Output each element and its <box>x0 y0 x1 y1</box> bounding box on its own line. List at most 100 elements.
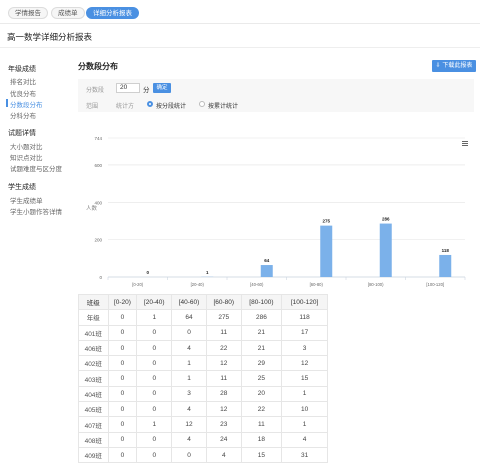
stat-method-label: 统计方 <box>116 104 135 110</box>
table-cell: 1 <box>136 309 173 326</box>
table-cell: 29 <box>240 355 283 372</box>
active-indicator <box>6 99 8 107</box>
class-name-cell: 407班 <box>78 416 109 433</box>
table-cell: 23 <box>205 416 242 433</box>
table-cell: 0 <box>136 446 173 464</box>
table-cell: 0 <box>107 416 138 433</box>
table-row: 408班 0 0 4 24 18 4 <box>78 431 328 448</box>
bar <box>260 265 273 277</box>
table-cell: 275 <box>205 309 242 326</box>
y-tick-label: 744 <box>94 136 102 141</box>
table-cell: 0 <box>136 324 173 341</box>
sidebar-item-student-answer-details[interactable]: 学生小题作答详情 <box>10 206 62 216</box>
sidebar-item-question-compare[interactable]: 大小题对比 <box>10 141 43 151</box>
table-cell: 1 <box>171 355 207 372</box>
class-name-cell: 401班 <box>78 324 109 341</box>
radio-cumulative[interactable] <box>199 101 205 107</box>
table-cell: 20 <box>240 385 283 403</box>
download-icon: ⇩ <box>435 63 441 69</box>
table-row: 406班 0 0 4 22 21 3 <box>78 339 328 357</box>
class-name-cell: 404班 <box>78 385 109 403</box>
class-name-cell: 405班 <box>78 401 109 418</box>
table-row: 407班 0 1 12 23 11 1 <box>78 416 328 433</box>
bar-value-label: 1 <box>206 270 209 275</box>
sidebar-item-difficulty-discrimination[interactable]: 试题难度与区分度 <box>10 163 62 173</box>
divider <box>0 47 480 48</box>
table-cell: 21 <box>240 339 283 357</box>
class-name-cell: 408班 <box>78 431 109 448</box>
table-cell: 1 <box>136 416 173 433</box>
radio-by-segment[interactable] <box>147 101 153 107</box>
table-cell: 0 <box>136 385 173 403</box>
table-cell: 12 <box>171 416 207 433</box>
confirm-button[interactable]: 确定 <box>153 83 171 93</box>
range-label: 范围 <box>86 104 99 110</box>
tab-detailed-report[interactable]: 详细分析报表 <box>86 7 139 19</box>
sidebar-item-score-range-distribution[interactable]: 分数段分布 <box>10 99 43 109</box>
table-row: 403班 0 0 1 11 25 15 <box>78 370 328 387</box>
class-name-cell: 406班 <box>78 339 109 357</box>
score-unit: 分 <box>143 87 150 94</box>
table-row: 405班 0 0 4 12 22 10 <box>78 401 328 418</box>
chart-menu-icon[interactable] <box>462 141 468 146</box>
table-cell: 0 <box>107 370 138 387</box>
table-header-cell: 班级 <box>78 293 109 311</box>
table-cell: 17 <box>281 324 328 341</box>
y-tick-label: 0 <box>99 275 102 280</box>
table-row: 404班 0 0 3 28 20 1 <box>78 385 328 403</box>
bar-value-label: 286 <box>382 217 390 222</box>
tab-study-report[interactable]: 学情报告 <box>8 7 48 19</box>
y-tick-label: 200 <box>94 238 102 243</box>
table-cell: 3 <box>171 385 207 403</box>
bar <box>320 225 333 277</box>
sidebar-group-question-details: 试题详情 <box>8 130 36 137</box>
table-cell: 0 <box>107 401 138 418</box>
sidebar-item-excellent-distribution[interactable]: 优良分布 <box>10 88 36 98</box>
table-cell: 0 <box>171 446 207 464</box>
table-cell: 0 <box>107 446 138 464</box>
table-header-cell: [80-100) <box>240 293 283 311</box>
table-cell: 0 <box>107 431 138 448</box>
table-cell: 0 <box>171 324 207 341</box>
bar-value-label: 275 <box>322 219 330 224</box>
table-cell: 22 <box>205 339 242 357</box>
class-name-cell: 402班 <box>78 355 109 372</box>
sidebar-item-subject-distribution[interactable]: 分科分布 <box>10 110 36 120</box>
class-name-cell: 409班 <box>78 446 109 464</box>
sidebar-item-student-score-sheet[interactable]: 学生成绩单 <box>10 195 43 205</box>
table-cell: 18 <box>240 431 283 448</box>
table-cell: 0 <box>107 339 138 357</box>
download-report-button[interactable]: ⇩ 下载此报表 <box>432 60 476 72</box>
table-cell: 118 <box>281 309 328 326</box>
sidebar-item-rank-compare[interactable]: 排名对比 <box>10 76 36 86</box>
score-range-label: 分数段 <box>86 88 105 94</box>
download-label: 下载此报表 <box>442 63 473 69</box>
table-cell: 11 <box>205 324 242 341</box>
table-cell: 22 <box>240 401 283 418</box>
table-cell: 15 <box>240 446 283 464</box>
x-tick-label: [80-100) <box>368 282 384 287</box>
table-cell: 11 <box>205 370 242 387</box>
table-row: 年级 0 1 64 275 286 118 <box>78 309 328 326</box>
score-interval-input[interactable]: 20 <box>116 83 140 93</box>
x-tick-label: [60-80) <box>310 282 324 287</box>
sidebar-group-grade-scores: 年级成绩 <box>8 66 36 73</box>
tab-score-sheet[interactable]: 成绩单 <box>51 7 85 19</box>
table-cell: 12 <box>205 355 242 372</box>
table-cell: 0 <box>107 324 138 341</box>
table-cell: 0 <box>136 431 173 448</box>
sidebar-item-knowledge-compare[interactable]: 知识点对比 <box>10 152 43 162</box>
table-cell: 0 <box>107 385 138 403</box>
table-cell: 3 <box>281 339 328 357</box>
table-cell: 15 <box>281 370 328 387</box>
x-tick-label: [20-40) <box>191 282 205 287</box>
class-name-cell: 403班 <box>78 370 109 387</box>
table-cell: 12 <box>205 401 242 418</box>
bar-value-label: 118 <box>442 248 450 253</box>
bar-value-label: 64 <box>264 258 270 263</box>
y-tick-label: 400 <box>94 200 102 205</box>
table-cell: 0 <box>107 309 138 326</box>
table-cell: 10 <box>281 401 328 418</box>
table-cell: 21 <box>240 324 283 341</box>
score-distribution-table: 班级 [0-20) [20-40) [40-60) [60-80) [80-100) [10… <box>78 293 328 464</box>
